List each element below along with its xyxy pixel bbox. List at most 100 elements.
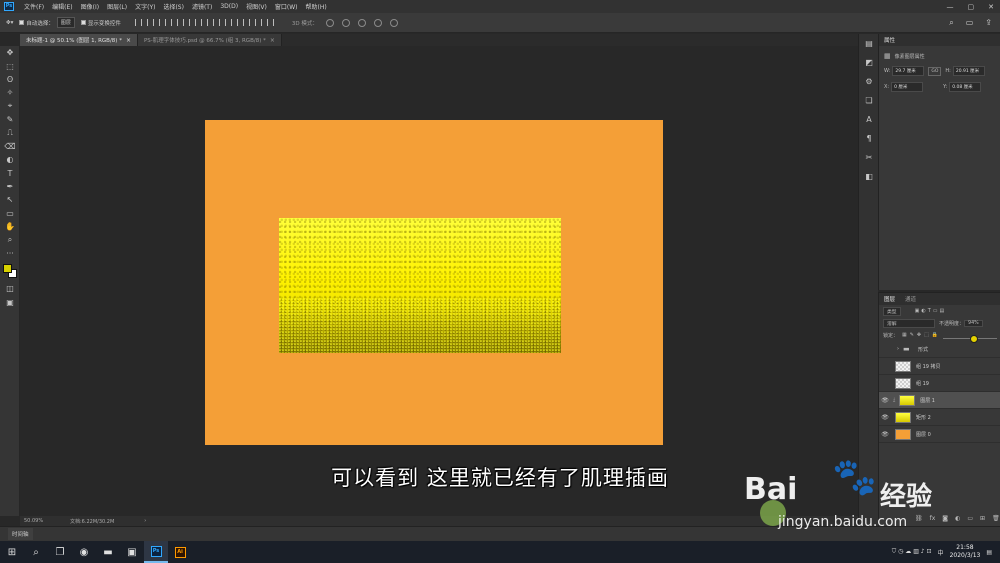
lasso-tool-icon[interactable]: ʘ [0,73,20,86]
tab-untitled-1[interactable]: 未标题-1 @ 50.1% (图层 1, RGB/8) * × [20,34,138,46]
close-tab-icon[interactable]: × [270,37,275,44]
layer-row[interactable]: 👁 ⤓ 图层 1 [879,392,1000,409]
height-field[interactable]: 20.91 厘米 [952,66,985,76]
status-menu-arrow[interactable]: › [144,518,146,524]
brush-tool-icon[interactable]: ✎ [0,113,20,126]
stamp-tool-icon[interactable]: ⎍ [0,126,20,139]
pen-tool-icon[interactable]: ✒ [0,180,20,193]
distribute-right-icon[interactable] [266,19,274,26]
dodge-tool-icon[interactable]: ◐ [0,153,20,166]
layer-row[interactable]: 👁 矩形 2 [879,409,1000,426]
menu-type[interactable]: 文字(Y) [131,2,159,11]
document-canvas[interactable] [205,120,663,445]
maximize-button[interactable]: ▢ [968,3,975,11]
align-middle-icon[interactable] [182,19,190,26]
more-tools-icon[interactable]: ··· [0,247,20,260]
layer-row[interactable]: 👁 组 19 拷贝 [879,358,1000,375]
visibility-eye-icon[interactable]: 👁 [879,346,891,353]
search-icon[interactable]: ⌕ [949,18,953,28]
close-button[interactable]: ✕ [988,3,994,11]
menu-window[interactable]: 窗口(W) [271,2,302,11]
minimize-button[interactable]: — [947,3,954,11]
texture-rectangle-layer[interactable] [279,218,561,353]
quick-mask-icon[interactable]: ◫ [0,282,20,295]
libraries-icon[interactable]: ❏ [859,91,879,110]
tab-channels[interactable]: 通道 [900,295,921,303]
auto-select-dropdown[interactable]: 图层 [56,17,75,28]
tray-icons[interactable]: ⛉ ◷ ☁ ▥ ♪ ⊡ [892,548,932,556]
task-view-icon[interactable]: ❐ [48,541,72,563]
media-app-icon[interactable]: ▣ [120,541,144,563]
zoom-level[interactable]: 50.09% [24,518,60,524]
notification-icon[interactable]: ▤ [986,549,992,556]
search-icon[interactable]: ⌕ [24,541,48,563]
ime-indicator[interactable]: 中 [938,548,944,557]
distribute-top-icon[interactable] [206,19,214,26]
canvas-area[interactable] [20,46,858,516]
share-icon[interactable]: ⇪ [985,18,992,28]
menu-view[interactable]: 视图(V) [242,2,271,11]
menu-file[interactable]: 文件(F) [20,2,48,11]
move-tool-icon[interactable]: ✥▾ [6,20,13,26]
tab-layers[interactable]: 图层 [879,295,900,303]
distribute-bottom-icon[interactable] [230,19,238,26]
swatches-icon[interactable]: ◧ [859,167,879,186]
auto-select-option[interactable]: 自动选择： 图层 [19,17,75,28]
paragraph-icon[interactable]: ¶ [859,129,879,148]
menu-layer[interactable]: 图层(L) [103,2,131,11]
character-icon[interactable]: A [859,110,879,129]
align-bottom-icon[interactable] [194,19,202,26]
filter-icons[interactable]: ▣◐T▭▤ [915,308,947,314]
3d-roll-icon[interactable] [341,18,350,27]
3d-slide-icon[interactable] [373,18,382,27]
transform-controls-option[interactable]: 显示变换控件 [80,19,121,27]
layer-row[interactable]: 👁 组 19 [879,375,1000,392]
zoom-tool-icon[interactable]: ⌕ [0,233,20,246]
align-top-icon[interactable] [170,19,178,26]
timeline-tab[interactable]: 时间轴 [8,528,33,540]
history-icon[interactable]: ▤ [859,34,879,53]
link-dimensions-button[interactable]: GO [928,66,942,76]
taskbar-clock[interactable]: 21:58 2020/3/13 [950,544,981,560]
tab-texture-font[interactable]: PS-肌理字体技巧.psd @ 66.7% (组 3, RGB/8) * × [137,34,282,46]
align-right-icon[interactable] [158,19,166,26]
layer-row[interactable]: 👁 › ▬ 形式 [879,341,1000,358]
hand-tool-icon[interactable]: ✋ [0,220,20,233]
visibility-eye-icon[interactable]: 👁 [879,397,891,404]
distribute-middle-icon[interactable] [218,19,226,26]
move-tool-icon[interactable]: ✥ [0,46,20,59]
menu-select[interactable]: 选择(S) [159,2,188,11]
close-tab-icon[interactable]: × [126,37,131,44]
browser-icon[interactable]: ◉ [72,541,96,563]
opacity-field[interactable]: 94% [964,319,983,327]
windows-start-icon[interactable]: ⊞ [0,541,24,563]
distribute-center-icon[interactable] [254,19,262,26]
foreground-color-swatch[interactable] [3,264,12,274]
menu-filter[interactable]: 滤镜(T) [188,2,216,11]
blend-mode-dropdown[interactable]: 溶解 [883,318,935,328]
x-field[interactable]: 0 厘米 [891,82,924,92]
3d-rotate-icon[interactable] [325,18,334,27]
properties-tab[interactable]: 属性 [879,34,1000,46]
file-explorer-icon[interactable]: ▬ [96,541,120,563]
properties-icon[interactable]: ⚙ [859,72,879,91]
transform-controls-checkbox[interactable] [80,20,86,25]
layer-filter-dropdown[interactable]: 类型 [883,306,901,316]
tools-preset-icon[interactable]: ✂ [859,148,879,167]
menu-3d[interactable]: 3D(D) [216,3,242,10]
align-left-icon[interactable] [134,19,142,26]
layer-row[interactable]: 👁 图层 0 [879,426,1000,443]
taskbar-photoshop[interactable]: Ps [144,541,168,563]
expand-chevron-icon[interactable]: › [897,346,899,352]
marquee-tool-icon[interactable]: ⬚ [0,59,20,72]
auto-select-checkbox[interactable] [19,20,25,25]
screen-mode-icon[interactable]: ▣ [0,296,20,309]
3d-scale-icon[interactable] [389,18,398,27]
align-center-icon[interactable] [146,19,154,26]
3d-pan-icon[interactable] [357,18,366,27]
magic-wand-tool-icon[interactable]: ✧ [0,86,20,99]
width-field[interactable]: 29.7 厘米 [892,66,925,76]
taskbar-illustrator[interactable]: Ai [168,541,192,563]
eyedropper-tool-icon[interactable]: ⌖ [0,100,20,113]
menu-image[interactable]: 图像(I) [77,2,103,11]
